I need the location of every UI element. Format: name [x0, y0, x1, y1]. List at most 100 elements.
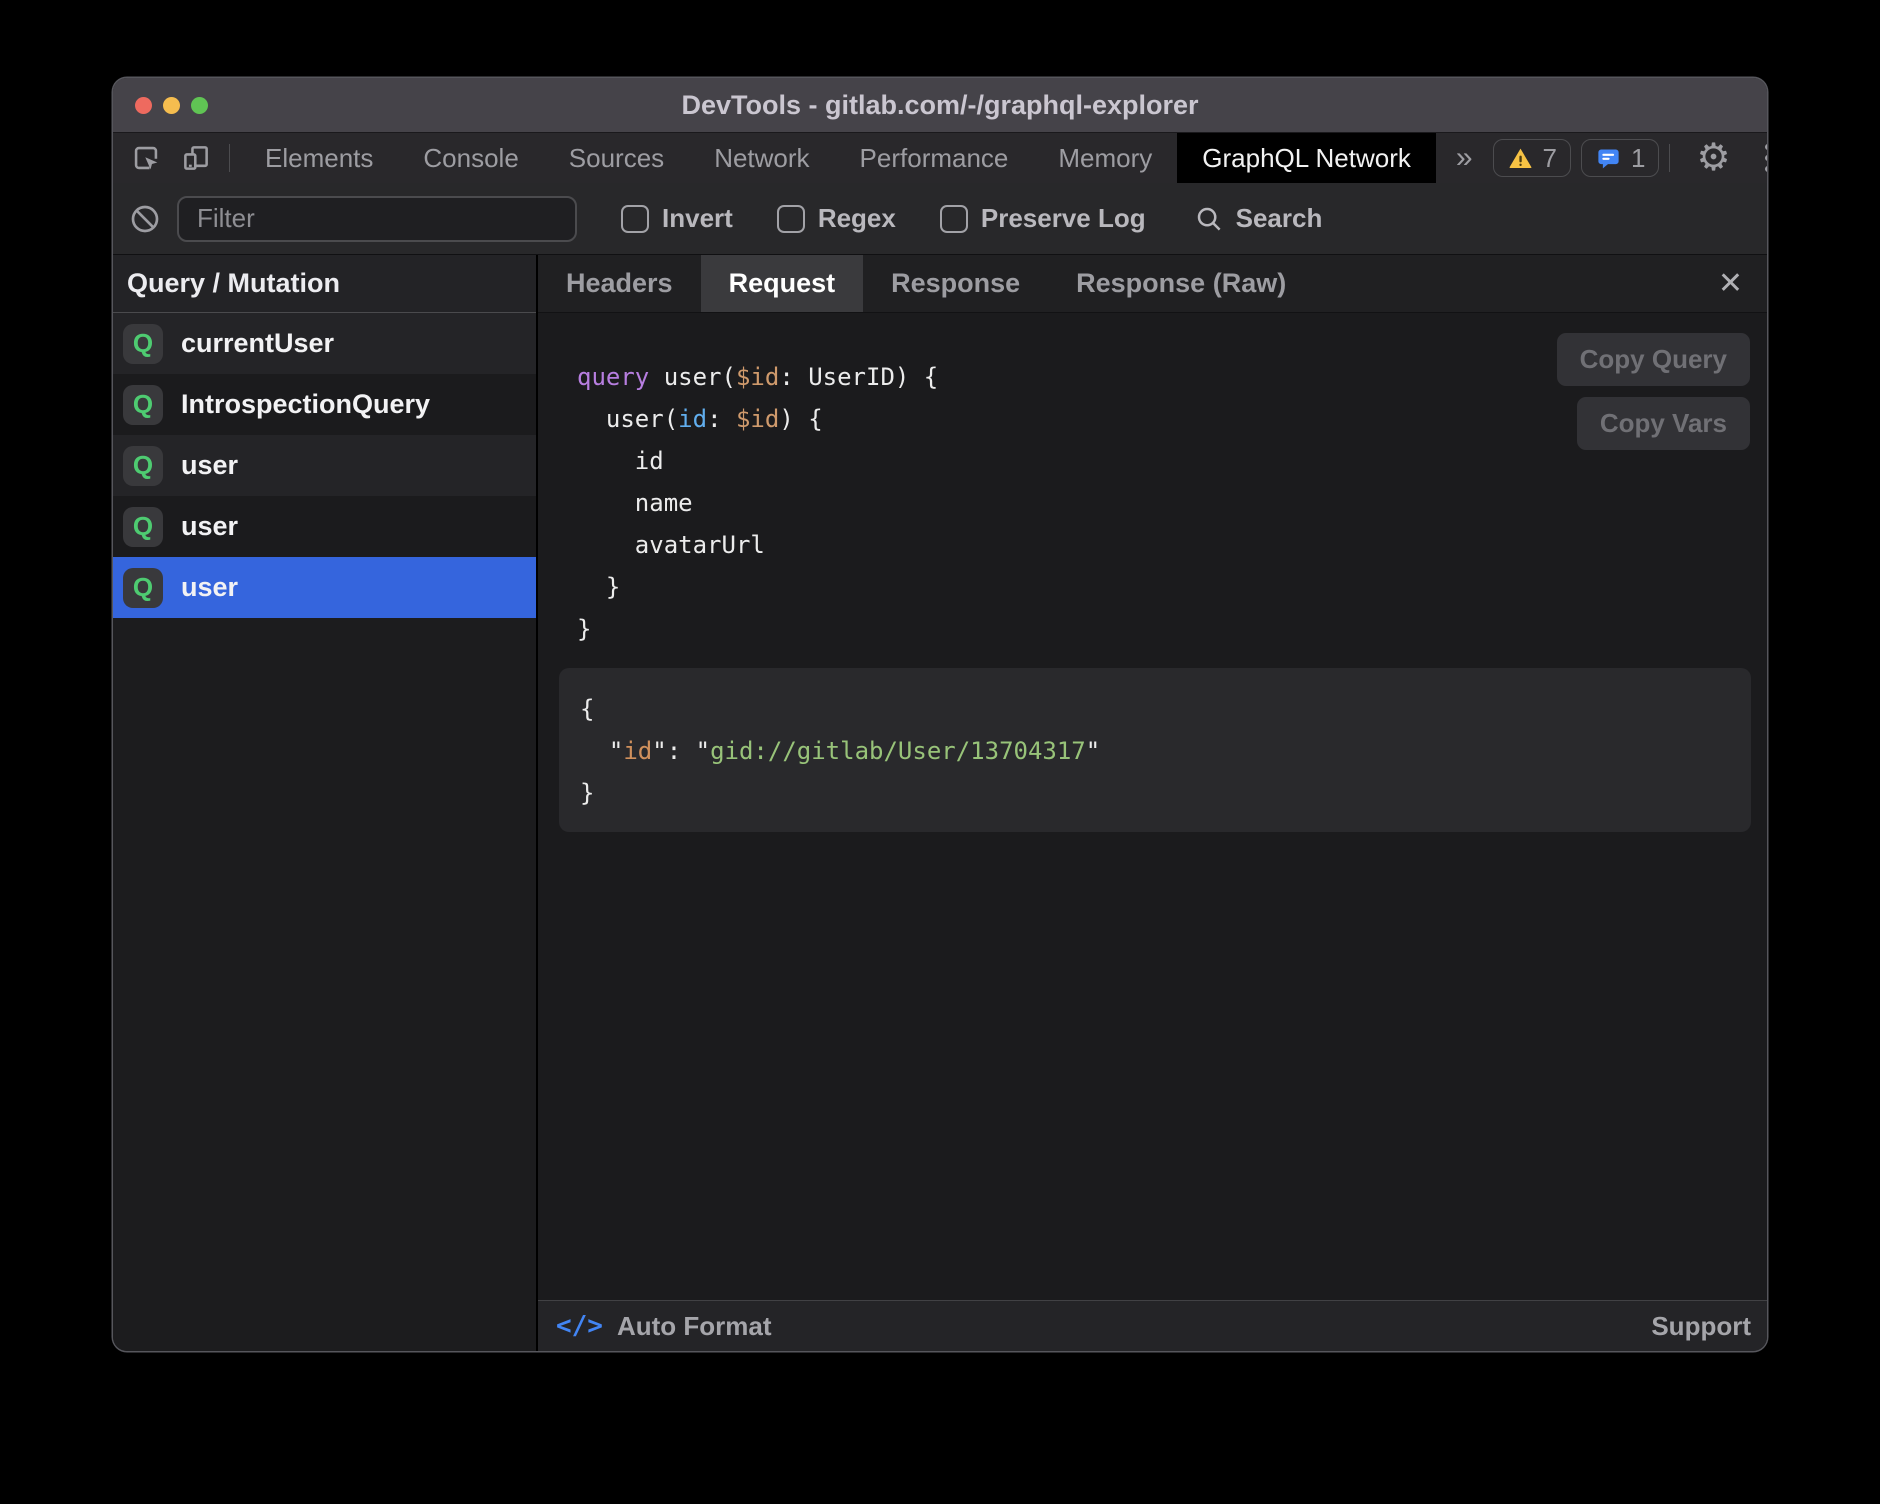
detail-tab[interactable]: Response (Raw) — [1048, 255, 1314, 312]
auto-format-button[interactable]: </> Auto Format — [556, 1311, 772, 1342]
devtools-tabs: Elements Console Sources Network Perform… — [240, 133, 1436, 183]
checkbox-label: Invert — [662, 203, 733, 234]
query-label: user — [181, 511, 238, 542]
traffic-lights — [135, 78, 208, 132]
detail-panel: Headers Request Response Response (Raw) — [536, 255, 1767, 1351]
query-variables-box: { "id": "gid://gitlab/User/13704317"} — [559, 668, 1751, 832]
graphql-query-code: query user($id: UserID) { user(id: $id) … — [577, 356, 938, 650]
checkbox-label: Regex — [818, 203, 896, 234]
search-label: Search — [1236, 203, 1323, 234]
filter-checkbox[interactable]: Invert — [621, 203, 733, 234]
devtools-tab-label: GraphQL Network — [1202, 143, 1411, 174]
query-label: user — [181, 572, 238, 603]
checkbox-box[interactable] — [777, 205, 805, 233]
close-icon: ✕ — [1718, 266, 1743, 301]
detail-tab-label: Headers — [566, 268, 673, 299]
settings-gear-icon[interactable]: ⚙ — [1696, 139, 1730, 177]
devtools-tab-label: Elements — [265, 143, 373, 174]
detail-footer: </> Auto Format Support — [538, 1300, 1767, 1351]
query-badge-letter: Q — [133, 450, 153, 481]
detail-tab-label: Response — [891, 268, 1020, 299]
devtools-window: DevTools - gitlab.com/-/graphql-explorer — [113, 78, 1767, 1351]
devtools-tab-label: Performance — [860, 143, 1009, 174]
query-list-header: Query / Mutation — [113, 255, 536, 313]
filter-bar: Invert Regex Preserve Log S — [113, 183, 1767, 255]
query-label: IntrospectionQuery — [181, 389, 430, 420]
detail-tab-label: Request — [729, 268, 836, 299]
devtools-tab[interactable]: Memory — [1033, 133, 1177, 183]
copy-query-button[interactable]: Copy Query — [1557, 333, 1750, 386]
devtools-tab-bar: Elements Console Sources Network Perform… — [113, 133, 1767, 183]
kebab-menu-icon[interactable] — [1751, 144, 1767, 172]
devtools-tab-label: Console — [423, 143, 518, 174]
query-type-badge: Q — [123, 446, 163, 486]
devtools-tab[interactable]: Elements — [240, 133, 398, 183]
clear-block-icon[interactable] — [129, 203, 161, 235]
devtools-tab[interactable]: Sources — [544, 133, 689, 183]
window-title: DevTools - gitlab.com/-/graphql-explorer — [681, 90, 1198, 121]
zoom-window-button[interactable] — [191, 97, 208, 114]
filter-input[interactable] — [177, 196, 577, 242]
code-line: } — [577, 566, 938, 608]
more-tabs-button[interactable]: » — [1436, 133, 1493, 183]
query-list-item[interactable]: Q user — [113, 496, 536, 557]
checkbox-box[interactable] — [940, 205, 968, 233]
variables-line: "id": "gid://gitlab/User/13704317" — [580, 730, 1751, 772]
detail-tab-label: Response (Raw) — [1076, 268, 1286, 299]
query-list-item[interactable]: Q user — [113, 435, 536, 496]
request-view: query user($id: UserID) { user(id: $id) … — [538, 313, 1767, 1300]
issues-badge[interactable]: 1 — [1581, 139, 1659, 177]
query-badge-letter: Q — [133, 328, 153, 359]
support-link[interactable]: Support — [1651, 1311, 1751, 1342]
inspect-element-icon[interactable] — [129, 141, 163, 175]
query-list: Q currentUser Q IntrospectionQuery — [113, 313, 536, 1351]
devtools-tab[interactable]: Network — [689, 133, 834, 183]
close-window-button[interactable] — [135, 97, 152, 114]
variables-line: } — [580, 772, 1751, 814]
detail-tab-bar: Headers Request Response Response (Raw) — [538, 255, 1767, 313]
query-type-badge: Q — [123, 507, 163, 547]
minimize-window-button[interactable] — [163, 97, 180, 114]
query-list-panel: Query / Mutation Q currentUser Q — [113, 255, 536, 1351]
code-line: user(id: $id) { — [577, 398, 938, 440]
query-badge-letter: Q — [133, 572, 153, 603]
devtools-tab[interactable]: Performance — [835, 133, 1034, 183]
query-type-badge: Q — [123, 385, 163, 425]
query-badge-letter: Q — [133, 389, 153, 420]
message-count: 1 — [1631, 143, 1645, 174]
code-line: avatarUrl — [577, 524, 938, 566]
title-bar: DevTools - gitlab.com/-/graphql-explorer — [113, 78, 1767, 133]
query-type-badge: Q — [123, 324, 163, 364]
devtools-tab[interactable]: GraphQL Network — [1177, 133, 1436, 183]
checkbox-box[interactable] — [621, 205, 649, 233]
close-panel-button[interactable]: ✕ — [1718, 255, 1743, 312]
tab-bar-right: 7 1 ⚙ — [1493, 133, 1767, 183]
copy-vars-button[interactable]: Copy Vars — [1577, 397, 1750, 450]
code-line: } — [577, 608, 938, 650]
query-label: user — [181, 450, 238, 481]
badge-separator — [1669, 144, 1670, 172]
detail-tab[interactable]: Headers — [538, 255, 701, 312]
warning-count: 7 — [1543, 143, 1557, 174]
code-line: query user($id: UserID) { — [577, 356, 938, 398]
detail-tab[interactable]: Request — [701, 255, 864, 312]
filter-checkboxes: Invert Regex Preserve Log — [577, 203, 1146, 234]
filter-checkbox[interactable]: Preserve Log — [940, 203, 1146, 234]
query-list-item[interactable]: Q user — [113, 557, 536, 618]
devtools-tab-label: Network — [714, 143, 809, 174]
devtools-tab[interactable]: Console — [398, 133, 543, 183]
devtools-tab-label: Memory — [1058, 143, 1152, 174]
auto-format-label: Auto Format — [617, 1311, 772, 1342]
search-button[interactable]: Search — [1194, 203, 1323, 234]
chevron-double-right-icon: » — [1456, 141, 1473, 175]
checkbox-label: Preserve Log — [981, 203, 1146, 234]
warnings-badge[interactable]: 7 — [1493, 139, 1571, 177]
warning-icon — [1507, 145, 1534, 172]
query-list-item[interactable]: Q IntrospectionQuery — [113, 374, 536, 435]
query-type-badge: Q — [123, 568, 163, 608]
filter-checkbox[interactable]: Regex — [777, 203, 896, 234]
code-line: id — [577, 440, 938, 482]
query-list-item[interactable]: Q currentUser — [113, 313, 536, 374]
detail-tab[interactable]: Response — [863, 255, 1048, 312]
device-toolbar-icon[interactable] — [179, 141, 213, 175]
